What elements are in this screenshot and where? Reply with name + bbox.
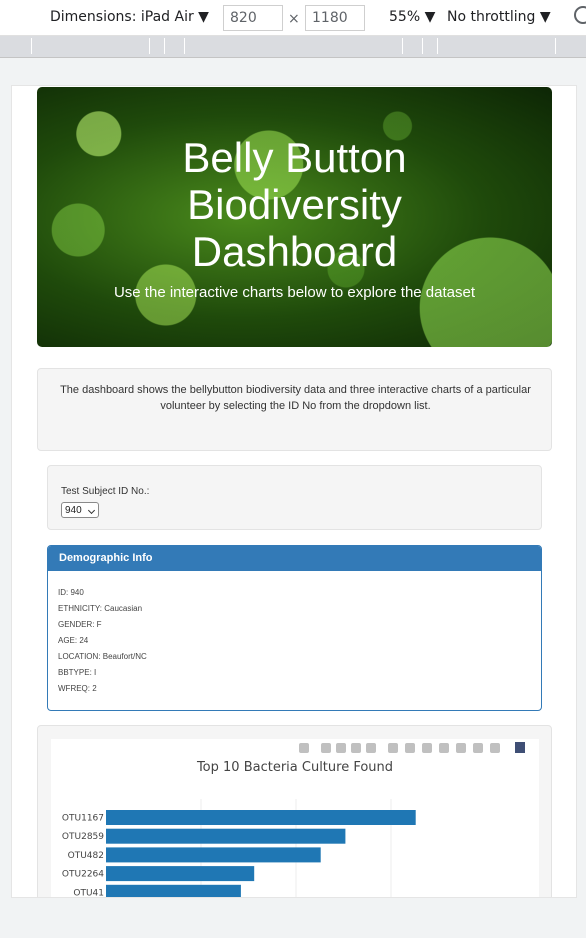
bar-chart: Top 10 Bacteria Culture Found OTU1167 OTU…: [51, 739, 539, 898]
viewport-height-input[interactable]: 1180: [305, 5, 365, 31]
dimension-separator: ×: [288, 11, 300, 27]
bar-plot-svg: OTU1167 OTU2859 OTU482 OTU2264 OTU41: [62, 799, 416, 898]
ruler-divider: [149, 38, 150, 54]
demographic-gender: GENDER: F: [58, 620, 102, 629]
demographic-bbtype: BBTYPE: I: [58, 668, 97, 677]
subject-selector-well: Test Subject ID No.: 940: [47, 465, 542, 530]
demographic-wfreq: WFREQ: 2: [58, 684, 97, 693]
y-tick-label: OTU1167: [62, 814, 104, 824]
ruler-divider: [437, 38, 438, 54]
bar-otu2859[interactable]: [106, 828, 346, 844]
viewport-width-input[interactable]: 820: [223, 5, 283, 31]
subject-id-value: 940: [65, 505, 82, 516]
ruler-divider: [555, 38, 556, 54]
bar-otu1167[interactable]: [106, 810, 416, 825]
devtools-toolbar: Dimensions: iPad Air ▼ 820 × 1180 55% ▼ …: [0, 0, 586, 36]
ruler-divider: [31, 38, 32, 54]
demographic-id: ID: 940: [58, 588, 84, 597]
demographic-ethnicity: ETHNICITY: Caucasian: [58, 604, 143, 613]
intro-well: The dashboard shows the bellybutton biod…: [37, 368, 552, 451]
demographic-panel: Demographic Info ID: 940 ETHNICITY: Cauc…: [47, 545, 542, 711]
ruler-divider: [184, 38, 185, 54]
page-title: Belly Button Biodiversity Dashboard: [182, 134, 407, 275]
ruler-divider: [422, 38, 423, 54]
header-jumbotron: Belly Button Biodiversity Dashboard Use …: [37, 87, 552, 347]
subject-id-select[interactable]: 940: [61, 502, 99, 518]
demographic-heading: Demographic Info: [48, 546, 541, 571]
media-query-ruler[interactable]: [0, 36, 586, 58]
subject-id-label: Test Subject ID No.:: [61, 486, 150, 497]
device-viewport: Belly Button Biodiversity Dashboard Use …: [11, 85, 577, 898]
demographic-location: LOCATION: Beaufort/NC: [58, 652, 147, 661]
throttling-dropdown[interactable]: No throttling ▼: [447, 9, 551, 25]
y-tick-label: OTU2859: [62, 832, 104, 842]
ruler-divider: [164, 38, 165, 54]
y-tick-label: OTU2264: [62, 870, 104, 880]
bar-otu482[interactable]: [106, 847, 321, 863]
demographic-body: ID: 940 ETHNICITY: Caucasian GENDER: F A…: [48, 571, 541, 697]
intro-text: The dashboard shows the bellybutton biod…: [60, 384, 531, 412]
rotate-icon[interactable]: [574, 6, 586, 24]
bar-otu2264[interactable]: [106, 866, 255, 882]
chevron-down-icon: [87, 506, 96, 515]
y-tick-label: OTU41: [73, 888, 104, 898]
ruler-divider: [402, 38, 403, 54]
zoom-dropdown[interactable]: 55% ▼: [389, 9, 435, 25]
device-dimensions-dropdown[interactable]: Dimensions: iPad Air ▼: [50, 9, 209, 25]
y-tick-label: OTU482: [68, 851, 104, 861]
bar-otu41[interactable]: [106, 884, 241, 898]
page-subtitle: Use the interactive charts below to expl…: [113, 284, 476, 301]
demographic-age: AGE: 24: [58, 636, 89, 645]
bar-chart-well: Top 10 Bacteria Culture Found OTU1167 OTU…: [37, 725, 552, 898]
